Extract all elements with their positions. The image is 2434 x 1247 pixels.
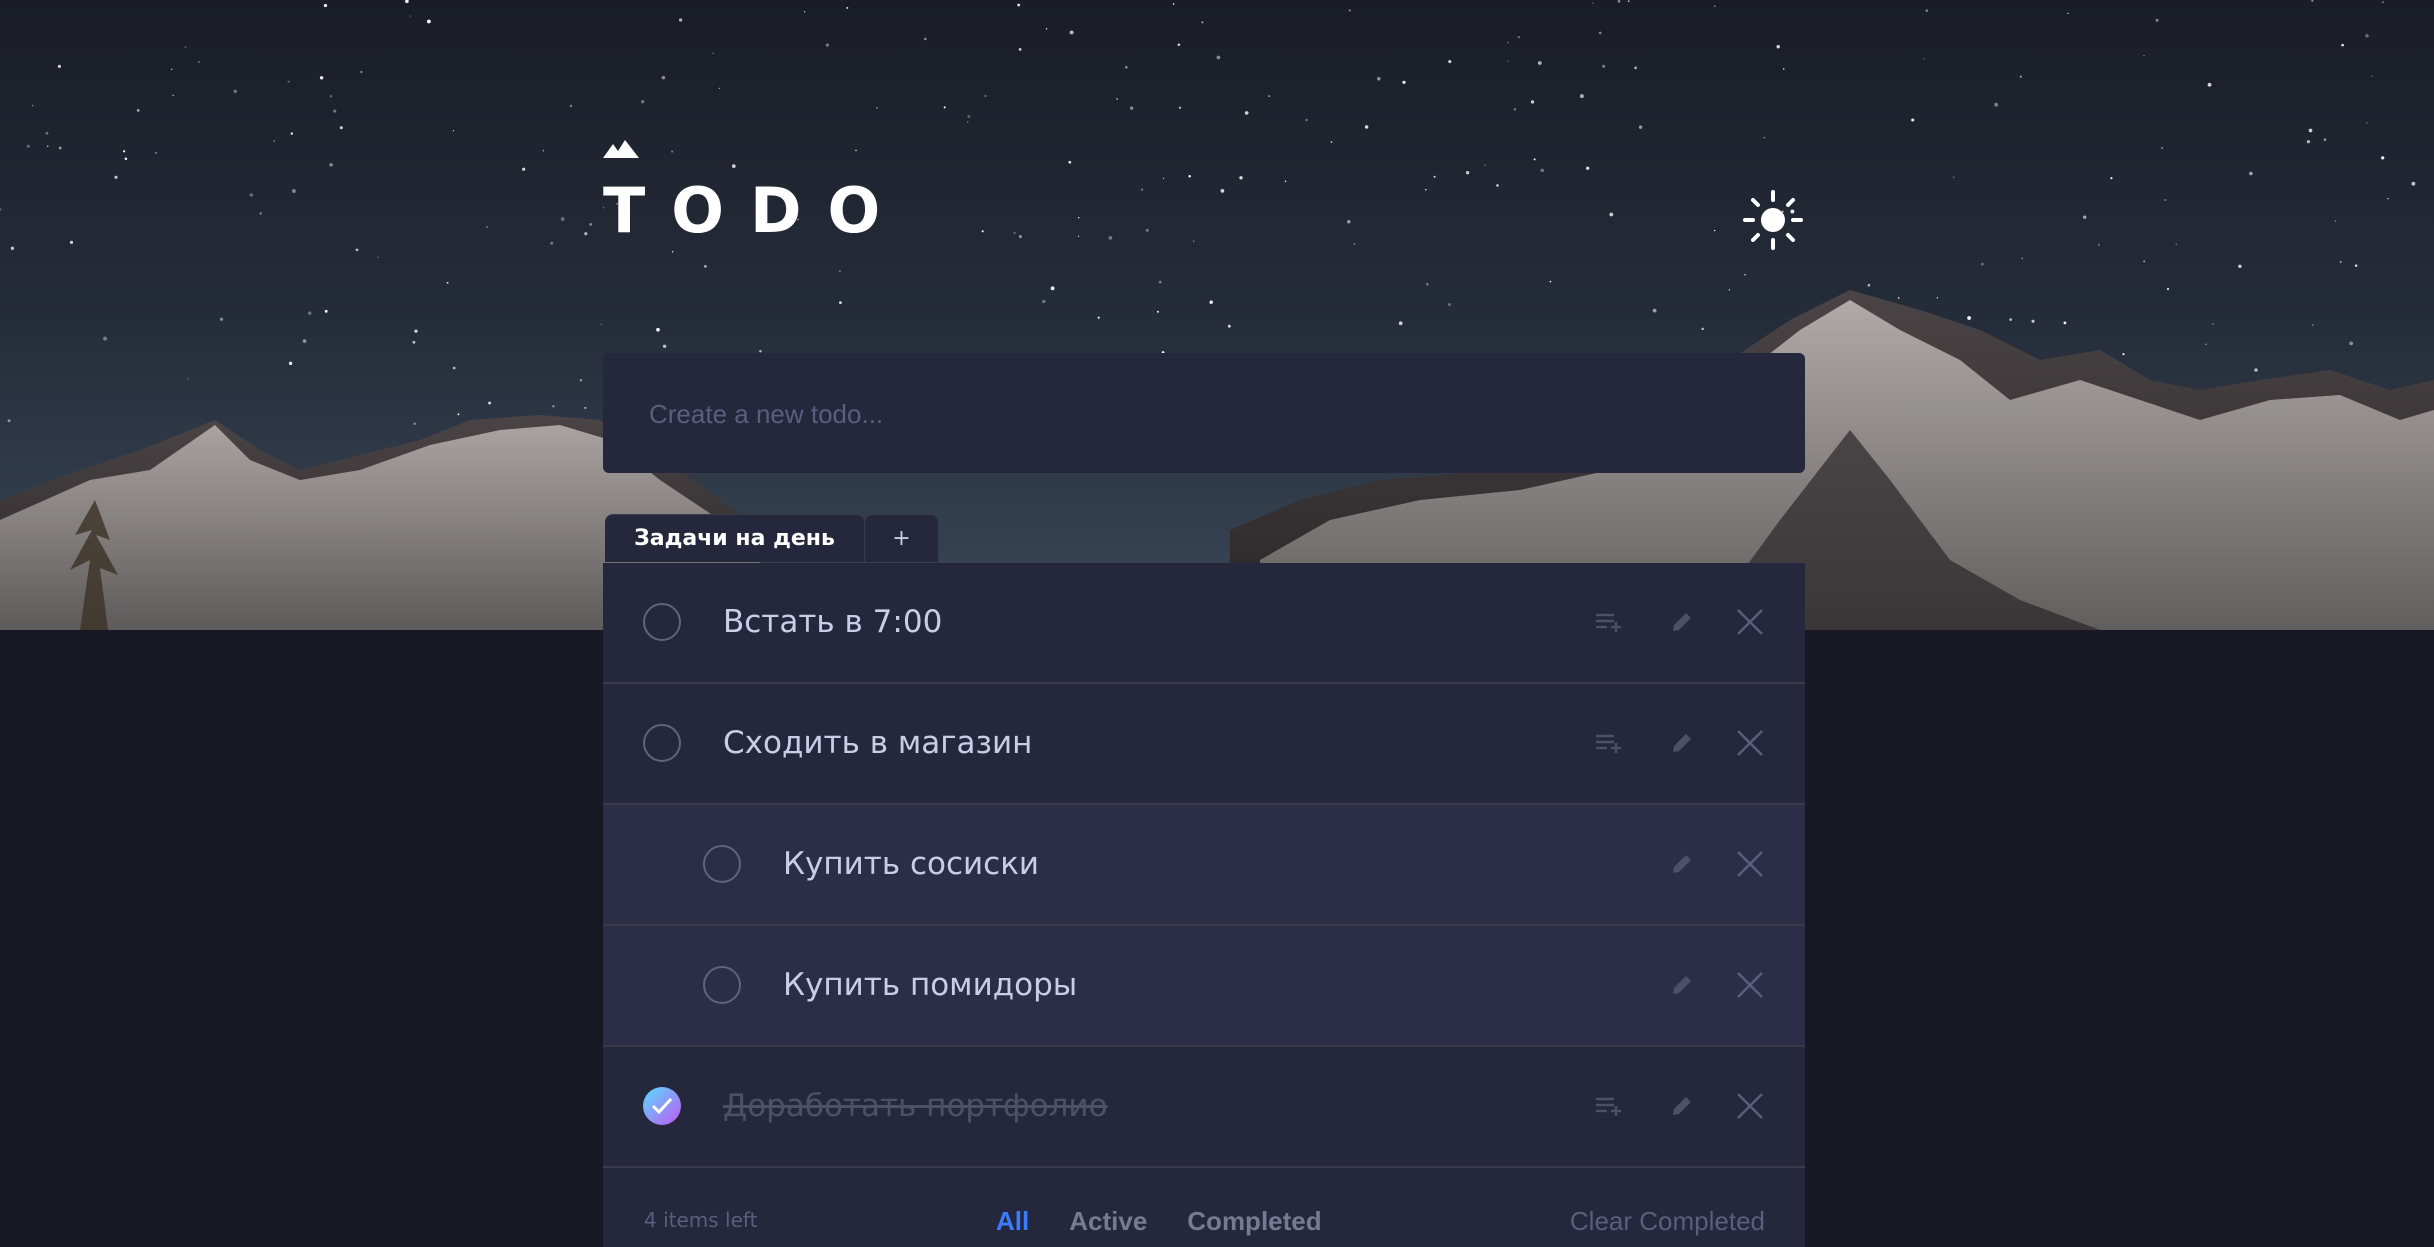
complete-checkbox[interactable] [643, 603, 681, 641]
clear-completed-button[interactable]: Clear Completed [1570, 1206, 1765, 1237]
pencil-icon [1673, 734, 1691, 752]
list-footer: 4 items left All Active Completed Clear … [603, 1168, 1805, 1247]
todo-text[interactable]: Встать в 7:00 [723, 599, 942, 645]
todo-item: Сходить в магазин [603, 684, 1805, 805]
pencil-icon [1673, 855, 1691, 873]
theme-toggle-button[interactable] [1741, 188, 1805, 252]
delete-button[interactable] [1731, 603, 1769, 641]
filter-group: All Active Completed [996, 1206, 1322, 1237]
hero-background [0, 0, 2434, 630]
new-todo-box [603, 353, 1805, 475]
edit-button[interactable] [1663, 724, 1701, 762]
tab-daily-tasks[interactable]: Задачи на день [605, 514, 865, 562]
page-title: TODO [603, 174, 907, 247]
todo-text[interactable]: Купить помидоры [783, 962, 1077, 1008]
add-tab-button[interactable]: + [865, 514, 939, 562]
list-tabs: Задачи на день + [605, 514, 939, 562]
pencil-icon [1673, 976, 1691, 994]
todo-item: Встать в 7:00 [603, 563, 1805, 684]
items-left-count: 4 items left [644, 1208, 758, 1232]
header: TODO [603, 138, 1805, 258]
edit-button[interactable] [1663, 966, 1701, 1004]
todo-text[interactable]: Купить сосиски [783, 841, 1039, 887]
close-icon [1737, 972, 1763, 998]
delete-button[interactable] [1731, 1087, 1769, 1125]
add-subtask-button[interactable] [1590, 1087, 1628, 1125]
new-todo-input[interactable] [647, 353, 1751, 475]
add-subtask-icon [1596, 613, 1621, 632]
close-icon [1737, 730, 1763, 756]
close-icon [1737, 851, 1763, 877]
edit-button[interactable] [1663, 1087, 1701, 1125]
pencil-icon [1673, 613, 1691, 631]
close-icon [1737, 609, 1763, 635]
complete-checkbox[interactable] [643, 1087, 681, 1125]
todo-item: Доработать портфолио [603, 1047, 1805, 1168]
sun-icon [1743, 190, 1803, 250]
edit-button[interactable] [1663, 845, 1701, 883]
add-subtask-icon [1596, 734, 1621, 753]
delete-button[interactable] [1731, 845, 1769, 883]
check-icon [651, 1097, 673, 1115]
complete-checkbox[interactable] [703, 845, 741, 883]
filter-all[interactable]: All [996, 1206, 1029, 1237]
pencil-icon [1673, 1097, 1691, 1115]
mountain-landscape-image [0, 0, 2434, 630]
subtask-item: Купить помидоры [603, 926, 1805, 1047]
add-subtask-button[interactable] [1590, 724, 1628, 762]
filter-active[interactable]: Active [1069, 1206, 1147, 1237]
app-root: TODO Задачи на день + [0, 0, 2434, 1247]
delete-button[interactable] [1731, 724, 1769, 762]
complete-checkbox[interactable] [643, 724, 681, 762]
todo-list: Встать в 7:00 Сходить в магазин Купить с… [603, 563, 1805, 1247]
delete-button[interactable] [1731, 966, 1769, 1004]
todo-text[interactable]: Сходить в магазин [723, 720, 1032, 766]
subtask-item: Купить сосиски [603, 805, 1805, 926]
mountain-icon [603, 140, 639, 158]
add-subtask-icon [1596, 1097, 1621, 1116]
filter-completed[interactable]: Completed [1187, 1206, 1321, 1237]
complete-checkbox[interactable] [703, 966, 741, 1004]
close-icon [1737, 1093, 1763, 1119]
edit-button[interactable] [1663, 603, 1701, 641]
todo-text[interactable]: Доработать портфолио [723, 1083, 1108, 1129]
add-subtask-button[interactable] [1590, 603, 1628, 641]
